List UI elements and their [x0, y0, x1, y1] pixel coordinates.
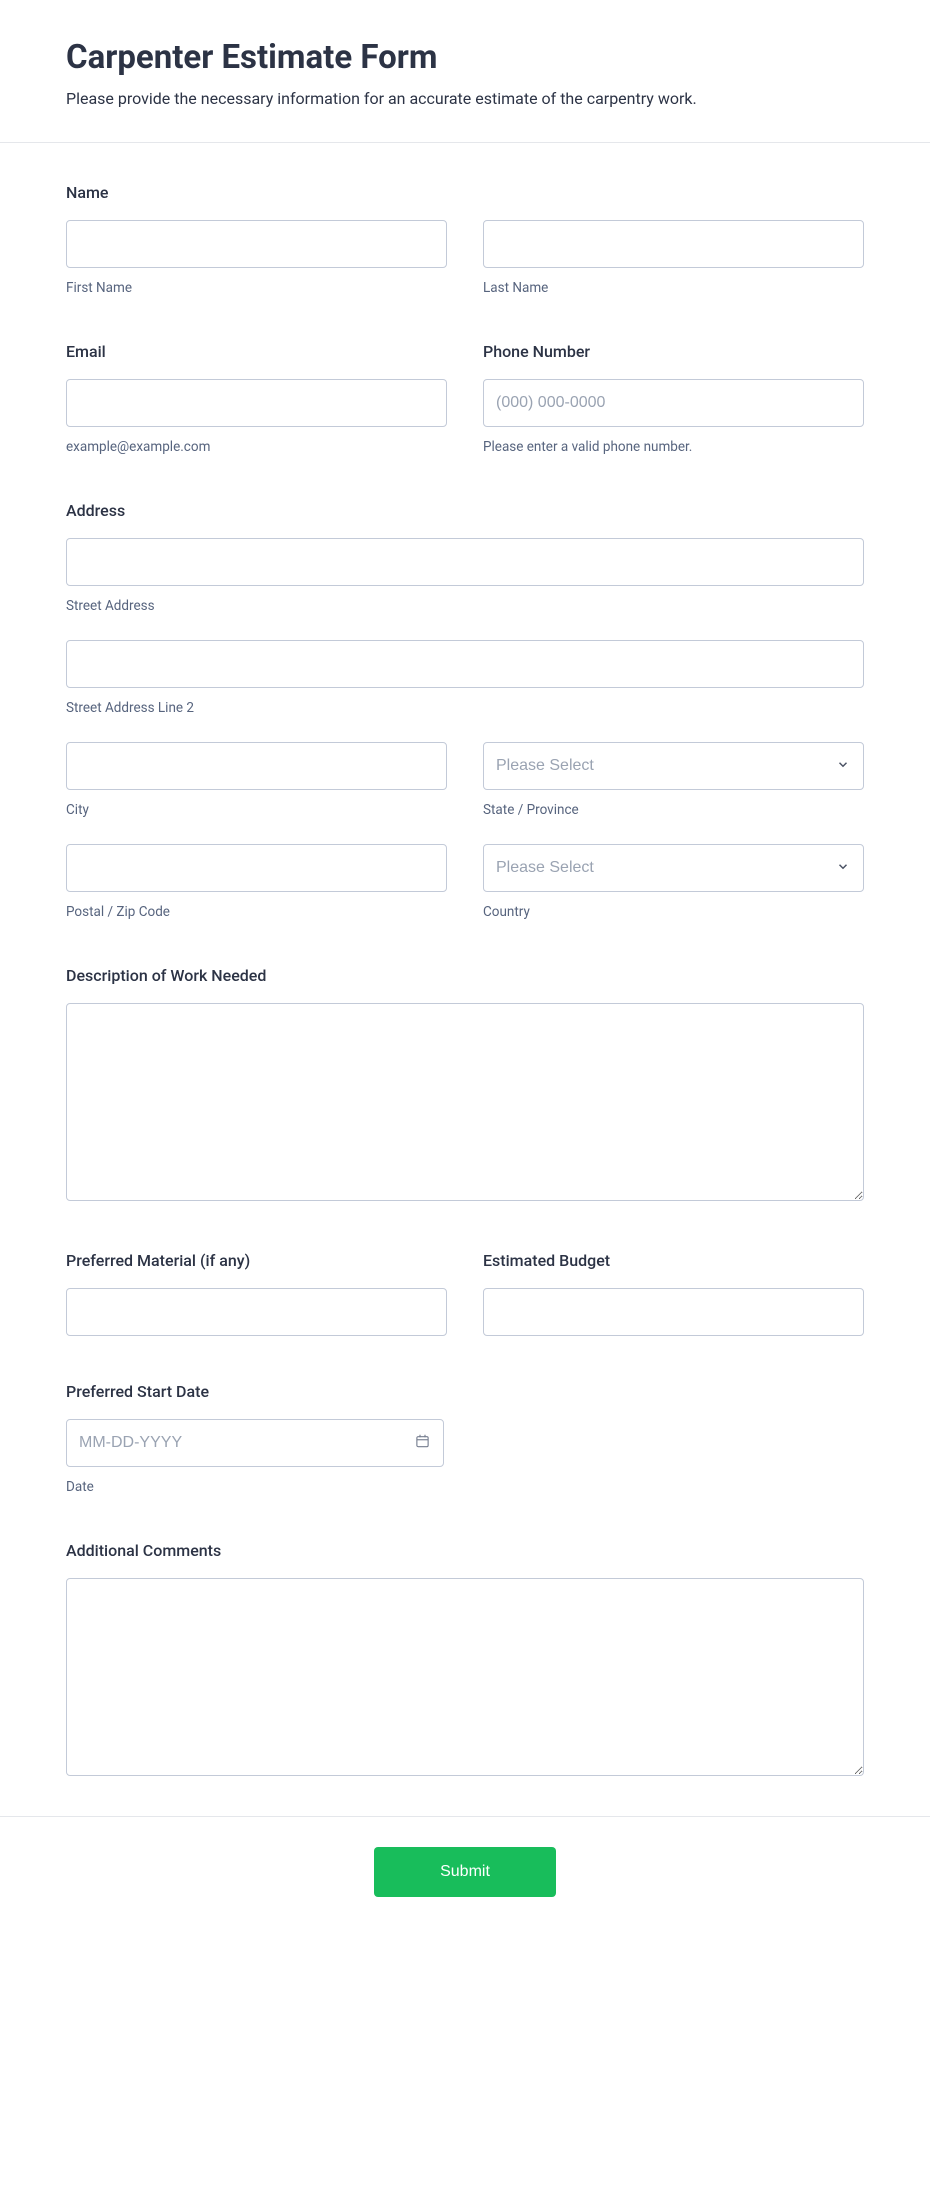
phone-label: Phone Number [483, 342, 864, 361]
start-date-group: Preferred Start Date Date [66, 1382, 864, 1495]
description-group: Description of Work Needed [66, 966, 864, 1205]
submit-button[interactable]: Submit [374, 1847, 556, 1897]
form-header: Carpenter Estimate Form Please provide t… [0, 0, 930, 143]
email-input[interactable] [66, 379, 447, 427]
comments-textarea[interactable] [66, 1578, 864, 1776]
name-group: Name First Name Last Name [66, 183, 864, 296]
start-date-label: Preferred Start Date [66, 1382, 864, 1401]
comments-group: Additional Comments [66, 1541, 864, 1780]
name-label: Name [66, 183, 864, 202]
last-name-sublabel: Last Name [483, 280, 864, 296]
description-label: Description of Work Needed [66, 966, 864, 985]
postal-code-input[interactable] [66, 844, 447, 892]
material-label: Preferred Material (if any) [66, 1251, 447, 1270]
address-label: Address [66, 501, 864, 520]
postal-code-sublabel: Postal / Zip Code [66, 904, 447, 920]
country-sublabel: Country [483, 904, 864, 920]
start-date-sublabel: Date [66, 1479, 864, 1495]
first-name-sublabel: First Name [66, 280, 447, 296]
first-name-input[interactable] [66, 220, 447, 268]
street-address-sublabel: Street Address [66, 598, 864, 614]
address-group: Address Street Address Street Address Li… [66, 501, 864, 920]
form-wrapper: Carpenter Estimate Form Please provide t… [0, 0, 930, 1945]
material-budget-group: Preferred Material (if any) Estimated Bu… [66, 1251, 864, 1336]
phone-sublabel: Please enter a valid phone number. [483, 439, 864, 455]
country-select[interactable]: Please Select [483, 844, 864, 892]
email-label: Email [66, 342, 447, 361]
comments-label: Additional Comments [66, 1541, 864, 1560]
budget-input[interactable] [483, 1288, 864, 1336]
phone-input[interactable] [483, 379, 864, 427]
state-sublabel: State / Province [483, 802, 864, 818]
last-name-input[interactable] [483, 220, 864, 268]
street-address-2-input[interactable] [66, 640, 864, 688]
state-select[interactable]: Please Select [483, 742, 864, 790]
city-input[interactable] [66, 742, 447, 790]
city-sublabel: City [66, 802, 447, 818]
contact-group: Email example@example.com Phone Number P… [66, 342, 864, 455]
street-address-2-sublabel: Street Address Line 2 [66, 700, 864, 716]
budget-label: Estimated Budget [483, 1251, 864, 1270]
form-body: Name First Name Last Name Email example@… [0, 143, 930, 1816]
street-address-input[interactable] [66, 538, 864, 586]
start-date-input[interactable] [66, 1419, 444, 1467]
form-title: Carpenter Estimate Form [66, 38, 864, 77]
description-textarea[interactable] [66, 1003, 864, 1201]
material-input[interactable] [66, 1288, 447, 1336]
email-sublabel: example@example.com [66, 439, 447, 455]
form-subtitle: Please provide the necessary information… [66, 87, 864, 112]
form-footer: Submit [0, 1816, 930, 1945]
